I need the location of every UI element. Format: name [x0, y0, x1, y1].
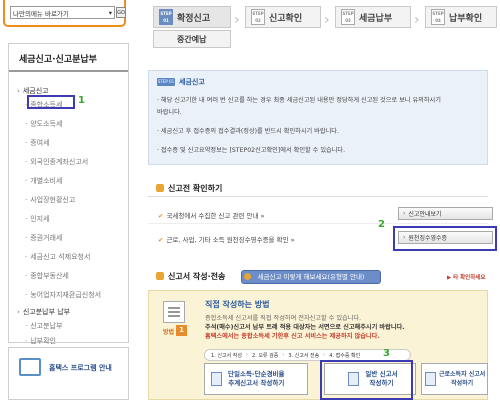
- form-icon: [211, 372, 222, 386]
- pre-check-link-withholding[interactable]: 근로, 사업, 기타 소득 원천징수영수증을 확인 »: [158, 234, 294, 244]
- sidebar-item-foreign-account[interactable]: 외국인종계좌신고서: [25, 157, 88, 167]
- sidebar-menu: 세금신고·신고분납부 세금신고 종합소득세 양도소득세 증여세 외국인종계좌신고…: [8, 43, 129, 346]
- annotation-number-3: 3: [383, 348, 390, 359]
- step-tag: STEP 04: [431, 9, 445, 25]
- button-line: 단일소득-단순경비율: [228, 370, 285, 378]
- sidebar-title: 세금신고·신고분납부: [9, 44, 128, 72]
- step-label: 세금납부: [359, 13, 393, 24]
- divider: [148, 196, 488, 197]
- sidebar-item-business-status[interactable]: 사업장현황신고: [25, 195, 75, 205]
- flow-step: 2. 오류 검증: [251, 352, 279, 359]
- filing-title: 신고서 작성·전송: [156, 271, 225, 282]
- guide-icon: [244, 273, 251, 280]
- highlight-box-withholding: [393, 226, 497, 251]
- sidebar-item-installment[interactable]: 신고분납부: [25, 321, 62, 331]
- monitor-icon: [19, 358, 41, 376]
- tab-step3-payment[interactable]: STEP 03 세금납부: [335, 6, 411, 28]
- go-button[interactable]: GO: [116, 7, 126, 18]
- tab-step4-payment-check[interactable]: STEP 04 납부확인: [425, 6, 497, 28]
- pre-check-link-notice[interactable]: 국세청에서 수집한 신고 관련 안내 »: [158, 210, 264, 220]
- quick-menu-box: 나만의메뉴 바로가기 ▾ GO: [3, 0, 126, 27]
- direct-line: 홈택스에서는 종합소득세 기한후 신고 서비스는 제공하지 않습니다.: [205, 333, 380, 340]
- highlight-box-income-tax: [27, 95, 75, 109]
- pre-check-title: 신고전 확인하기: [156, 183, 222, 194]
- button-line: 근로소득자 신고서: [439, 371, 486, 378]
- button-line: 작성하기: [451, 380, 474, 387]
- step-label: 중간예납: [177, 34, 207, 44]
- method-number: 1: [176, 325, 187, 336]
- method-label: 방법: [163, 329, 175, 336]
- flow-step: 4. 접수증 확인: [329, 352, 361, 359]
- chevron-right-icon: ›: [414, 12, 420, 28]
- chevron-right-icon: ›: [324, 12, 330, 28]
- button-text: 근로소득자 신고서 작성하기: [439, 370, 485, 388]
- chevron-right-icon: ›: [323, 352, 326, 358]
- step-label: 납부확인: [449, 13, 483, 24]
- chevron-right-icon: ›: [282, 352, 285, 358]
- chevron-down-icon: ▾: [108, 8, 112, 17]
- sidebar-item-transfer-tax[interactable]: 양도소득세: [25, 119, 62, 129]
- chevron-right-icon: ›: [245, 352, 248, 358]
- flow-step: 3. 신고서 전송: [288, 352, 320, 359]
- other-check-link[interactable]: ▶ 타 확인하세요: [447, 273, 485, 281]
- annotation-number-2: 2: [378, 219, 385, 230]
- step-label: 확정신고: [177, 13, 211, 24]
- direct-method-title: 직접 작성하는 방법: [205, 300, 270, 309]
- direct-line: 주석(매수)신고서 납부 트레 적용 대상자는 서면으로 신고해주시기 바랍니다…: [205, 324, 405, 331]
- step-tag: STEP 02: [251, 9, 265, 25]
- sidebar-item-consumption-tax[interactable]: 개별소비세: [25, 176, 62, 186]
- step-tag: STEP 03: [341, 9, 355, 25]
- notice-line: · 세금신고 후 접수증의 접수결과(정상)를 반드시 확인하시기 바랍니다.: [157, 128, 339, 135]
- hometax-program-label: 홈택스 프로그램 안내: [49, 364, 112, 372]
- tab-step1-final-filing[interactable]: STEP 01 확정신고: [153, 6, 231, 28]
- step-label: 신고확인: [269, 13, 303, 24]
- tab-step2-check[interactable]: STEP 02 신고확인: [245, 6, 321, 28]
- sidebar-item-property-tax[interactable]: 종합부동산세: [25, 271, 69, 281]
- button-line: 추계신고서 작성하기: [228, 379, 285, 387]
- quick-menu-value: 나만의메뉴 바로가기: [13, 9, 69, 18]
- quick-menu-select[interactable]: 나만의메뉴 바로가기 ▾: [10, 6, 115, 19]
- hometax-program-banner[interactable]: 홈택스 프로그램 안내: [8, 347, 129, 400]
- step1-notice-box: STEP 01 세금신고 · 해당 신고기한 내 여러 번 신고를 하는 경우 …: [148, 70, 488, 165]
- view-filing-notice-button[interactable]: 신고안내보기: [398, 207, 493, 220]
- divider: [148, 223, 488, 224]
- sidebar-item-securities-tax[interactable]: 증권거래세: [25, 233, 62, 243]
- step-tag: STEP 01: [159, 9, 173, 25]
- notice-badge: STEP 01: [157, 78, 175, 86]
- sidebar-item-request[interactable]: 세금신고 석제요청서: [25, 252, 90, 262]
- flow-step: 1. 신고서 작성: [211, 352, 242, 359]
- direct-method-box: 방법 1 직접 작성하는 방법 종합소득세 신고서를 직접 작성하여 전자신고할…: [148, 290, 488, 400]
- sidebar-item-farm-refund[interactable]: 농어업자지재환급신청서: [25, 290, 101, 300]
- tab-step1-interim[interactable]: 중간예납: [153, 30, 231, 48]
- document-icon: [163, 301, 185, 323]
- earned-income-form-button[interactable]: 근로소득자 신고서 작성하기: [421, 363, 488, 395]
- sidebar-item-stamp-tax[interactable]: 인지세: [25, 214, 49, 224]
- filing-guide-button[interactable]: 세금신고 이렇게 해보세요(유형별 안내): [241, 270, 381, 284]
- button-text: 단일소득-단순경비율 추계신고서 작성하기: [228, 370, 285, 388]
- sidebar-item-payment-check[interactable]: 납부확인: [25, 336, 56, 346]
- simple-estimate-form-button[interactable]: 단일소득-단순경비율 추계신고서 작성하기: [204, 363, 308, 395]
- highlight-box-general-form: [320, 360, 413, 400]
- notice-title: 세금신고: [179, 78, 205, 86]
- notice-line: · 해당 신고기한 내 여러 번 신고를 하는 경우 최종 세금신고된 내용만 …: [157, 97, 441, 104]
- notice-line: 바랍니다.: [157, 109, 182, 116]
- direct-line: 종합소득세 신고서를 직접 작성하여 전자신고할 수 있습니다.: [205, 315, 362, 322]
- annotation-number-1: 1: [78, 95, 85, 106]
- sidebar-item-gift-tax[interactable]: 증여세: [25, 138, 49, 148]
- notice-line: · 접수증 및 신고요약정보는 [STEP02신고확인]에서 확인할 수 있습니…: [157, 147, 346, 154]
- chevron-right-icon: ›: [234, 12, 240, 28]
- form-icon: [425, 372, 436, 386]
- sidebar-item-payment[interactable]: 신고분납부 납부: [17, 307, 70, 317]
